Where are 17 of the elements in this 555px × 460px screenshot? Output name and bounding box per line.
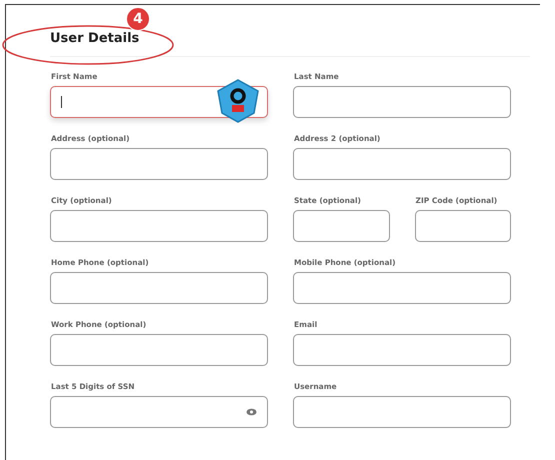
input-field[interactable] [293,210,390,242]
shield-person-icon [216,79,260,123]
input-field[interactable] [414,210,511,242]
text-cursor [61,96,62,108]
input-field[interactable] [50,148,268,180]
input-field[interactable] [293,86,511,118]
input-field[interactable] [50,334,268,366]
input-field[interactable] [293,148,511,180]
input-field[interactable] [293,334,511,366]
input-field[interactable] [50,272,268,304]
eye-icon[interactable] [246,408,257,416]
input-field[interactable] [50,210,268,242]
input-field[interactable] [50,396,268,428]
input-field[interactable] [293,396,511,428]
step-badge: 4 [126,7,150,31]
section-title: User Details [50,31,530,57]
input-field[interactable] [293,272,511,304]
